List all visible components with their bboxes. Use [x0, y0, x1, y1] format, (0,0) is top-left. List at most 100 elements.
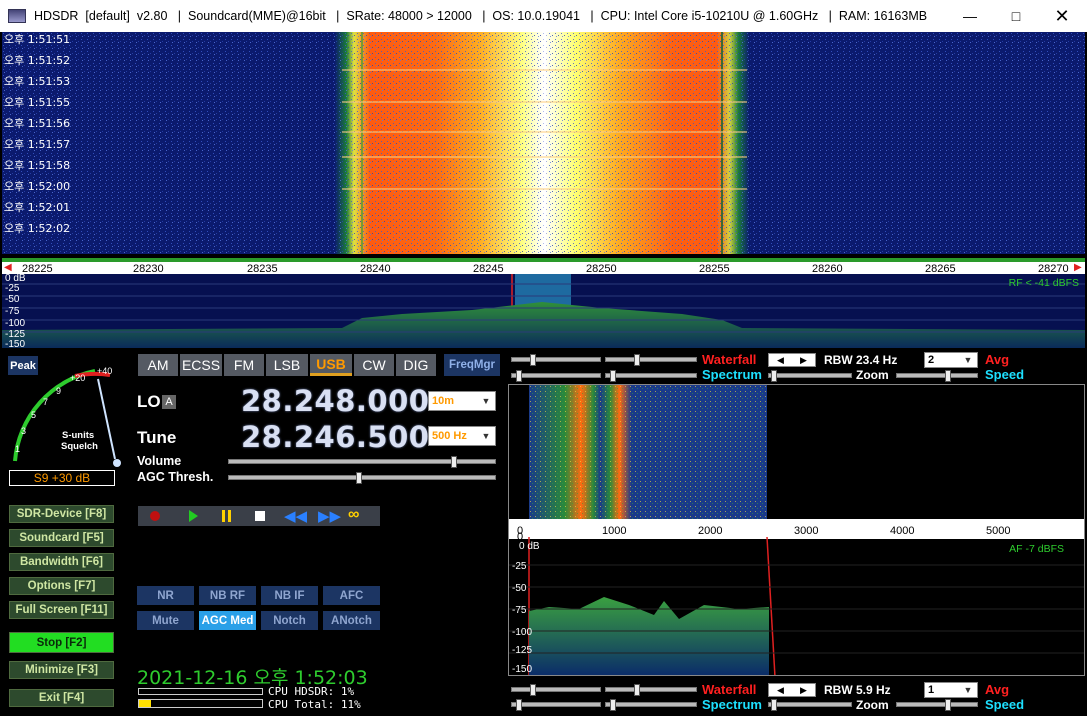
- s-scale: +20: [70, 373, 86, 383]
- slider-knob[interactable]: [634, 684, 640, 696]
- mute-button[interactable]: Mute: [137, 611, 194, 630]
- s-scale: 9: [56, 386, 62, 396]
- scroll-right-icon[interactable]: ▶: [1074, 262, 1082, 273]
- anotch-button[interactable]: ANotch: [323, 611, 380, 630]
- agc-thresh-slider[interactable]: [228, 472, 496, 484]
- nb-rf-button[interactable]: NB RF: [199, 586, 256, 605]
- slider-knob[interactable]: [945, 699, 951, 711]
- nb-if-button[interactable]: NB IF: [261, 586, 318, 605]
- minimize-button[interactable]: Minimize [F3]: [9, 661, 114, 679]
- af-zoom-label: Zoom: [856, 698, 889, 712]
- mode-lsb-button[interactable]: LSB: [266, 354, 308, 376]
- af-axis-label: 2000: [698, 525, 723, 537]
- freqmgr-button[interactable]: FreqMgr: [444, 354, 500, 376]
- db-label: -150: [5, 339, 26, 349]
- bandwidth-button[interactable]: Bandwidth [F6]: [9, 553, 114, 571]
- slider-knob[interactable]: [610, 699, 616, 711]
- arrow-right-icon[interactable]: ▶: [800, 685, 807, 696]
- mode-dig-button[interactable]: DIG: [396, 354, 436, 376]
- arrow-right-icon[interactable]: ▶: [800, 355, 807, 366]
- af-spectrum-slider-1[interactable]: [511, 699, 601, 711]
- af-db-label: -50: [512, 583, 527, 594]
- exit-button[interactable]: Exit [F4]: [9, 689, 114, 707]
- cpu-total-bar: [138, 699, 263, 708]
- lo-frequency[interactable]: 28.248.000: [241, 384, 429, 418]
- agc-med-button[interactable]: AGC Med: [199, 611, 256, 630]
- tune-label: Tune: [137, 428, 177, 447]
- agc-thresh-knob[interactable]: [356, 472, 362, 484]
- mode-usb-button[interactable]: USB: [310, 354, 352, 376]
- slider-knob[interactable]: [771, 699, 777, 711]
- notch-button[interactable]: Notch: [261, 611, 318, 630]
- stop-icon[interactable]: [255, 511, 265, 521]
- mode-ecss-button[interactable]: ECSS: [180, 354, 222, 376]
- rf-avg-select[interactable]: 2 ▼: [924, 352, 978, 368]
- slider-knob[interactable]: [945, 370, 951, 382]
- slider-knob[interactable]: [530, 354, 536, 366]
- volume-knob[interactable]: [451, 456, 457, 468]
- af-waterfall-contrast-slider[interactable]: [511, 684, 601, 696]
- afc-button[interactable]: AFC: [323, 586, 380, 605]
- af-zoom-slider[interactable]: [768, 699, 852, 711]
- rf-speed-slider[interactable]: [896, 370, 978, 382]
- slider-knob[interactable]: [610, 370, 616, 382]
- loop-icon[interactable]: ∞: [348, 506, 359, 524]
- arrow-left-icon[interactable]: ◀: [777, 685, 784, 696]
- soundcard-button[interactable]: Soundcard [F5]: [9, 529, 114, 547]
- af-panel[interactable]: 0 0 1000 2000 3000 4000 5000 0 dB -25 -5…: [508, 384, 1085, 676]
- rewind-icon[interactable]: ◀◀: [284, 507, 307, 525]
- band-select[interactable]: 10m ▼: [428, 391, 496, 411]
- frequency-scale[interactable]: ◀ 28225 28230 28235 28240 28245 28250 28…: [2, 258, 1085, 275]
- rf-waterfall-contrast-slider[interactable]: [511, 354, 601, 366]
- step-select[interactable]: 500 Hz ▼: [428, 426, 496, 446]
- af-waterfall-label: Waterfall: [702, 682, 757, 697]
- cpu-total-text: CPU Total: 11%: [268, 698, 361, 711]
- rf-spectrum[interactable]: 0 dB -25 -50 -75 -100 -125 -150 RF < -41…: [2, 274, 1085, 348]
- rf-spectrum-slider-2[interactable]: [605, 370, 697, 382]
- sdr-device-button[interactable]: SDR-Device [F8]: [9, 505, 114, 523]
- close-icon[interactable]: ✕: [1039, 0, 1085, 32]
- af-zoom-stepper[interactable]: ◀ ▶: [768, 683, 816, 697]
- timestamp: 오후 1:51:52: [4, 54, 71, 67]
- af-axis-label: 0: [517, 525, 524, 537]
- pause-icon[interactable]: [222, 510, 225, 522]
- maximize-icon[interactable]: □: [993, 0, 1039, 32]
- rf-zoom-stepper[interactable]: ◀ ▶: [768, 353, 816, 367]
- af-spectrum-slider-2[interactable]: [605, 699, 697, 711]
- rf-spectrum-slider-1[interactable]: [511, 370, 601, 382]
- stop-button[interactable]: Stop [F2]: [9, 632, 114, 653]
- options-button[interactable]: Options [F7]: [9, 577, 114, 595]
- full-screen-button[interactable]: Full Screen [F11]: [9, 601, 114, 619]
- mode-am-button[interactable]: AM: [138, 354, 178, 376]
- slider-knob[interactable]: [530, 684, 536, 696]
- mode-cw-button[interactable]: CW: [354, 354, 394, 376]
- af-axis-label: 4000: [890, 525, 915, 537]
- rf-waterfall-brightness-slider[interactable]: [605, 354, 697, 366]
- slider-knob[interactable]: [516, 370, 522, 382]
- lo-a-badge[interactable]: A: [162, 395, 176, 409]
- rf-zoom-slider[interactable]: [768, 370, 852, 382]
- rf-spectrum-label: Spectrum: [702, 367, 762, 382]
- rf-waterfall[interactable]: 오후 1:51:51 오후 1:51:52 오후 1:51:53 오후 1:51…: [2, 32, 1085, 254]
- mode-fm-button[interactable]: FM: [224, 354, 264, 376]
- tune-frequency[interactable]: 28.246.500: [241, 420, 429, 454]
- arrow-left-icon[interactable]: ◀: [777, 355, 784, 366]
- slider-knob[interactable]: [516, 699, 522, 711]
- scroll-left-icon[interactable]: ◀: [4, 262, 12, 273]
- af-speed-slider[interactable]: [896, 699, 978, 711]
- fast-forward-icon[interactable]: ▶▶: [318, 507, 341, 525]
- af-level: AF -7 dBFS: [1009, 543, 1064, 555]
- slider-knob[interactable]: [634, 354, 640, 366]
- af-avg-select[interactable]: 1 ▼: [924, 682, 978, 698]
- minimize-icon[interactable]: —: [947, 0, 993, 32]
- play-icon[interactable]: [189, 510, 198, 522]
- lo-label: LO: [137, 392, 161, 411]
- volume-slider[interactable]: [228, 456, 496, 468]
- nr-button[interactable]: NR: [137, 586, 194, 605]
- af-waterfall-brightness-slider[interactable]: [605, 684, 697, 696]
- timestamp: 오후 1:51:51: [4, 33, 71, 46]
- slider-knob[interactable]: [771, 370, 777, 382]
- record-icon[interactable]: [150, 511, 160, 521]
- rf-rbw: RBW 23.4 Hz: [824, 353, 898, 367]
- af-axis-label: 3000: [794, 525, 819, 537]
